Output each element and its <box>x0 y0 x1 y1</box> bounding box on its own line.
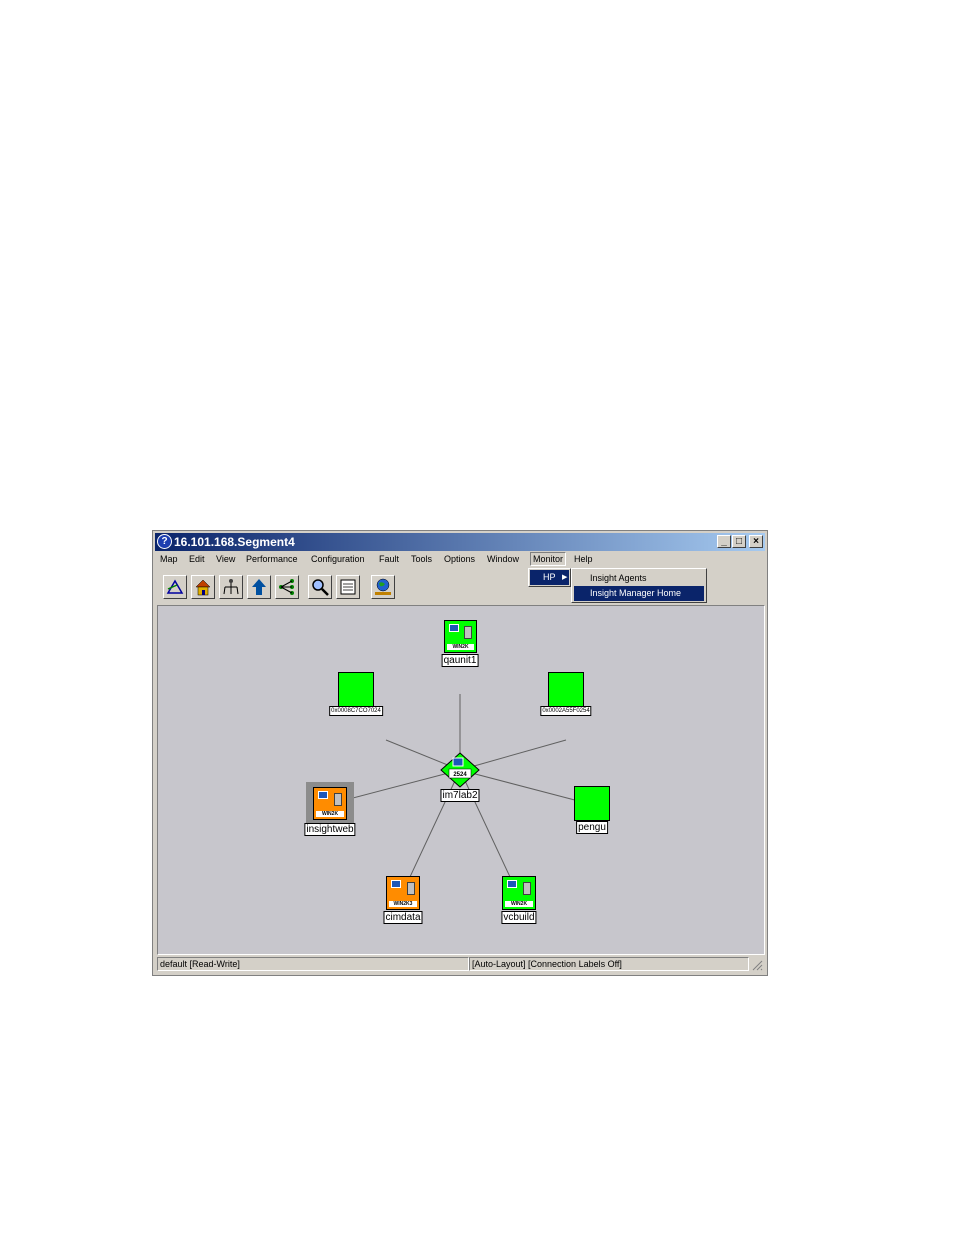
find-button[interactable] <box>308 575 332 599</box>
find-icon <box>312 579 329 596</box>
device-icon <box>338 672 374 707</box>
node-label: 0x0008C7CO7024 <box>329 706 383 716</box>
menu-tools[interactable]: Tools <box>411 554 432 564</box>
node-label: pengu <box>576 821 608 834</box>
device-icon <box>574 786 610 821</box>
node-im7lab2[interactable]: 2524 im7lab2 <box>440 752 480 806</box>
network-tree-icon <box>279 579 294 595</box>
hp-logo-icon <box>318 791 328 799</box>
switch-icon <box>440 752 480 788</box>
close-button[interactable]: × <box>749 535 763 548</box>
node-label: im7lab2 <box>440 789 480 802</box>
world-network-icon <box>375 578 391 595</box>
os-badge: WIN2K <box>316 811 344 817</box>
server-icon: WIN2K <box>502 876 536 910</box>
resize-grip-icon[interactable] <box>752 960 763 971</box>
menu-fault[interactable]: Fault <box>379 554 399 564</box>
menu-item-insight-agents[interactable]: Insight Agents <box>574 571 704 586</box>
home-button[interactable] <box>191 575 215 599</box>
server-icon: WIN2K <box>313 787 347 820</box>
menu-view[interactable]: View <box>216 554 235 564</box>
node-vcbuild[interactable]: WIN2K vcbuild <box>500 876 538 928</box>
hp-logo-icon <box>449 624 459 632</box>
server-icon: WIN2K3 <box>386 876 420 910</box>
tower-icon <box>523 882 531 895</box>
node-mac-right[interactable]: 0x0002A55F0254 <box>540 672 592 720</box>
hp-submenu: Insight Agents Insight Manager Home <box>571 568 707 603</box>
title-bar[interactable]: ? 16.101.168.Segment4 _ □ × <box>155 533 765 551</box>
open-map-button[interactable] <box>163 575 187 599</box>
node-mac-left[interactable]: 0x0008C7CO7024 <box>329 672 383 720</box>
hp-logo-icon <box>391 880 401 888</box>
node-label: cimdata <box>383 911 423 924</box>
os-badge: WIN2K3 <box>389 901 417 907</box>
node-label: qaunit1 <box>441 654 479 667</box>
properties-button[interactable] <box>336 575 360 599</box>
os-badge: WIN2K <box>505 901 533 907</box>
os-badge: WIN2K <box>447 644 474 650</box>
tower-icon <box>464 626 472 639</box>
home-icon <box>195 579 211 596</box>
tower-icon <box>334 793 342 806</box>
world-network-button[interactable] <box>371 575 395 599</box>
menu-map[interactable]: Map <box>160 554 178 564</box>
node-pengu[interactable]: pengu <box>572 786 612 836</box>
hierarchy-icon <box>223 579 239 595</box>
up-arrow-icon <box>252 579 266 595</box>
node-qaunit1[interactable]: WIN2K qaunit1 <box>441 620 479 672</box>
menu-options[interactable]: Options <box>444 554 475 564</box>
minimize-button[interactable]: _ <box>717 535 731 548</box>
hierarchy-button[interactable] <box>219 575 243 599</box>
menu-performance[interactable]: Performance <box>246 554 298 564</box>
menu-bar: Map Edit View Performance Configuration … <box>155 551 765 569</box>
menu-help[interactable]: Help <box>574 554 593 564</box>
menu-item-insight-manager-home-label: Insight Manager Home <box>590 588 682 598</box>
properties-icon <box>340 579 356 595</box>
node-insightweb[interactable]: WIN2K insightweb <box>304 782 356 842</box>
device-icon <box>548 672 584 707</box>
network-map-canvas[interactable]: WIN2K qaunit1 0x0008C7CO7024 0x0002A55F0… <box>157 605 765 955</box>
hp-logo-icon <box>507 880 517 888</box>
open-map-icon <box>166 579 184 594</box>
status-bar: default [Read-Write] [Auto-Layout] [Conn… <box>155 955 765 973</box>
menu-edit[interactable]: Edit <box>189 554 205 564</box>
app-icon[interactable]: ? <box>157 534 172 549</box>
model-badge: 2524 <box>453 772 467 778</box>
window-title: 16.101.168.Segment4 <box>174 535 295 549</box>
menu-item-hp-label: HP <box>543 572 556 582</box>
node-label: 0x0002A55F0254 <box>540 706 592 716</box>
network-tree-button[interactable] <box>275 575 299 599</box>
menu-item-insight-agents-label: Insight Agents <box>590 573 647 583</box>
node-label: insightweb <box>304 823 356 836</box>
tower-icon <box>407 882 415 895</box>
status-map-mode: default [Read-Write] <box>157 957 469 971</box>
menu-item-insight-manager-home[interactable]: Insight Manager Home <box>574 586 704 601</box>
menu-window[interactable]: Window <box>487 554 519 564</box>
node-cimdata[interactable]: WIN2K3 cimdata <box>383 876 423 928</box>
node-label: vcbuild <box>501 911 537 924</box>
menu-item-hp[interactable]: HP ▶ <box>530 570 569 585</box>
server-icon: WIN2K <box>444 620 477 653</box>
submenu-arrow-icon: ▶ <box>562 574 568 581</box>
maximize-button[interactable]: □ <box>732 535 746 548</box>
status-layout: [Auto-Layout] [Connection Labels Off] <box>469 957 749 971</box>
menu-configuration[interactable]: Configuration <box>311 554 365 564</box>
monitor-dropdown: HP ▶ <box>528 568 571 587</box>
up-level-button[interactable] <box>247 575 271 599</box>
map-window: ? 16.101.168.Segment4 _ □ × Map Edit Vie… <box>152 530 768 976</box>
menu-monitor[interactable]: Monitor <box>530 552 567 566</box>
